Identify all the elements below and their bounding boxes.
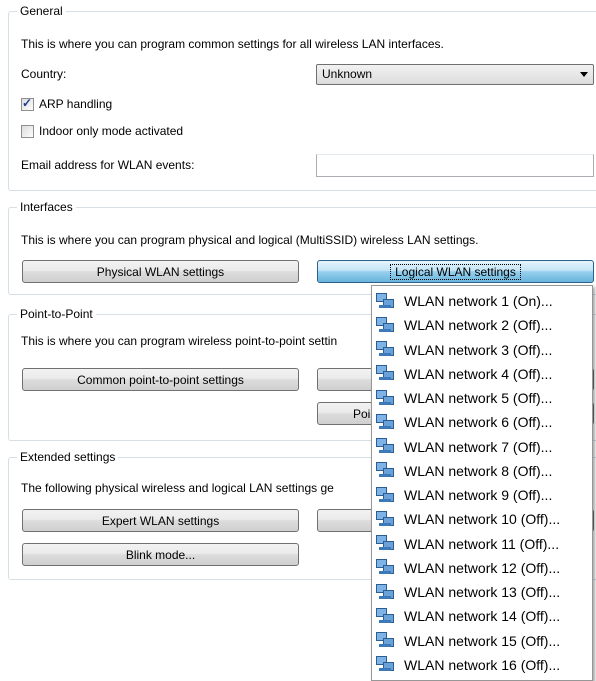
menu-item-wlan-network-8[interactable]: WLAN network 8 (Off)... [372, 459, 592, 483]
menu-item-label: WLAN network 10 (Off)... [404, 511, 561, 528]
interfaces-legend: Interfaces [17, 200, 76, 215]
menu-item-wlan-network-11[interactable]: WLAN network 11 (Off)... [372, 532, 592, 556]
menu-item-wlan-network-9[interactable]: WLAN network 9 (Off)... [372, 483, 592, 507]
menu-item-wlan-network-7[interactable]: WLAN network 7 (Off)... [372, 435, 592, 459]
menu-item-label: WLAN network 16 (Off)... [404, 656, 561, 673]
network-icon [376, 438, 396, 455]
network-icon [376, 583, 396, 601]
common-p2p-settings-label: Common point-to-point settings [77, 372, 244, 387]
country-select[interactable]: Unknown [316, 64, 594, 85]
interfaces-description: This is where you can program physical a… [21, 233, 479, 247]
menu-item-wlan-network-2[interactable]: WLAN network 2 (Off)... [372, 313, 592, 337]
extended-description: The following physical wireless and logi… [21, 481, 334, 495]
checkmark-icon: ✓ [22, 95, 33, 110]
menu-item-label: WLAN network 11 (Off)... [404, 535, 560, 552]
network-icon [376, 656, 396, 673]
logical-wlan-settings-label: Logical WLAN settings [390, 263, 521, 280]
network-icon [376, 365, 396, 382]
network-icon [376, 292, 396, 310]
p2p-description: This is where you can program wireless p… [21, 334, 338, 348]
menu-item-wlan-network-14[interactable]: WLAN network 14 (Off)... [372, 604, 592, 628]
network-icon [376, 389, 396, 407]
network-icon [376, 486, 396, 504]
menu-item-wlan-network-3[interactable]: WLAN network 3 (Off)... [372, 338, 592, 362]
arp-handling-label: ARP handling [39, 97, 113, 111]
indoor-only-checkbox[interactable]: Indoor only mode activated [21, 124, 183, 138]
email-field[interactable] [316, 154, 594, 177]
extended-legend: Extended settings [17, 450, 119, 465]
network-icon [376, 607, 396, 625]
menu-item-label: WLAN network 9 (Off)... [404, 487, 553, 503]
network-icon [376, 510, 396, 528]
menu-item-wlan-network-16[interactable]: WLAN network 16 (Off)... [372, 653, 592, 677]
expert-wlan-settings-button[interactable]: Expert WLAN settings [22, 509, 299, 532]
blink-mode-button[interactable]: Blink mode... [22, 543, 299, 566]
menu-item-wlan-network-13[interactable]: WLAN network 13 (Off)... [372, 580, 592, 604]
network-icon [376, 316, 396, 334]
email-label: Email address for WLAN events: [21, 158, 195, 172]
menu-item-label: WLAN network 7 (Off)... [404, 438, 553, 455]
physical-wlan-settings-button[interactable]: Physical WLAN settings [22, 260, 299, 283]
network-icon [376, 559, 396, 576]
network-icon [376, 462, 396, 479]
menu-item-wlan-network-12[interactable]: WLAN network 12 (Off)... [372, 556, 592, 580]
menu-item-label: WLAN network 2 (Off)... [404, 317, 553, 334]
chevron-down-icon [580, 72, 588, 77]
network-icon [376, 413, 396, 431]
menu-item-label: WLAN network 14 (Off)... [404, 608, 561, 625]
general-description: This is where you can program common set… [21, 37, 444, 51]
general-legend: General [17, 4, 66, 19]
network-icon [376, 535, 396, 552]
physical-wlan-settings-label: Physical WLAN settings [96, 264, 225, 279]
common-p2p-settings-button[interactable]: Common point-to-point settings [22, 368, 299, 391]
menu-item-wlan-network-10[interactable]: WLAN network 10 (Off)... [372, 507, 592, 531]
menu-item-wlan-network-1[interactable]: WLAN network 1 (On)... [372, 289, 592, 313]
menu-item-label: WLAN network 15 (Off)... [404, 632, 561, 649]
expert-wlan-settings-label: Expert WLAN settings [101, 513, 220, 528]
network-icon [376, 632, 396, 649]
indoor-checkbox-box[interactable] [21, 124, 34, 138]
menu-item-label: WLAN network 5 (Off)... [404, 390, 553, 406]
indoor-only-label: Indoor only mode activated [39, 124, 184, 138]
logical-wlan-settings-button[interactable]: Logical WLAN settings [317, 260, 594, 283]
network-icon [376, 341, 396, 358]
menu-item-wlan-network-5[interactable]: WLAN network 5 (Off)... [372, 386, 592, 410]
country-label: Country: [21, 67, 67, 81]
blink-mode-label: Blink mode... [125, 547, 196, 562]
arp-checkbox-box[interactable]: ✓ [21, 95, 34, 111]
country-value: Unknown [322, 67, 373, 81]
p2p-legend: Point-to-Point [17, 307, 96, 322]
logical-wlan-menu: WLAN network 1 (On)... WLAN network 2 (Of… [371, 285, 593, 681]
arp-handling-checkbox[interactable]: ✓ ARP handling [21, 95, 113, 111]
menu-item-wlan-network-15[interactable]: WLAN network 15 (Off)... [372, 629, 592, 653]
menu-item-label: WLAN network 12 (Off)... [404, 559, 561, 576]
menu-item-label: WLAN network 6 (Off)... [404, 414, 553, 431]
menu-item-label: WLAN network 13 (Off)... [404, 584, 561, 600]
menu-item-label: WLAN network 4 (Off)... [404, 365, 553, 382]
menu-item-label: WLAN network 1 (On)... [404, 293, 553, 309]
p2p-hidden-button-label: Poi [353, 406, 371, 421]
menu-item-wlan-network-6[interactable]: WLAN network 6 (Off)... [372, 410, 592, 434]
menu-item-label: WLAN network 8 (Off)... [404, 462, 553, 479]
menu-item-wlan-network-4[interactable]: WLAN network 4 (Off)... [372, 362, 592, 386]
menu-item-label: WLAN network 3 (Off)... [404, 341, 553, 358]
